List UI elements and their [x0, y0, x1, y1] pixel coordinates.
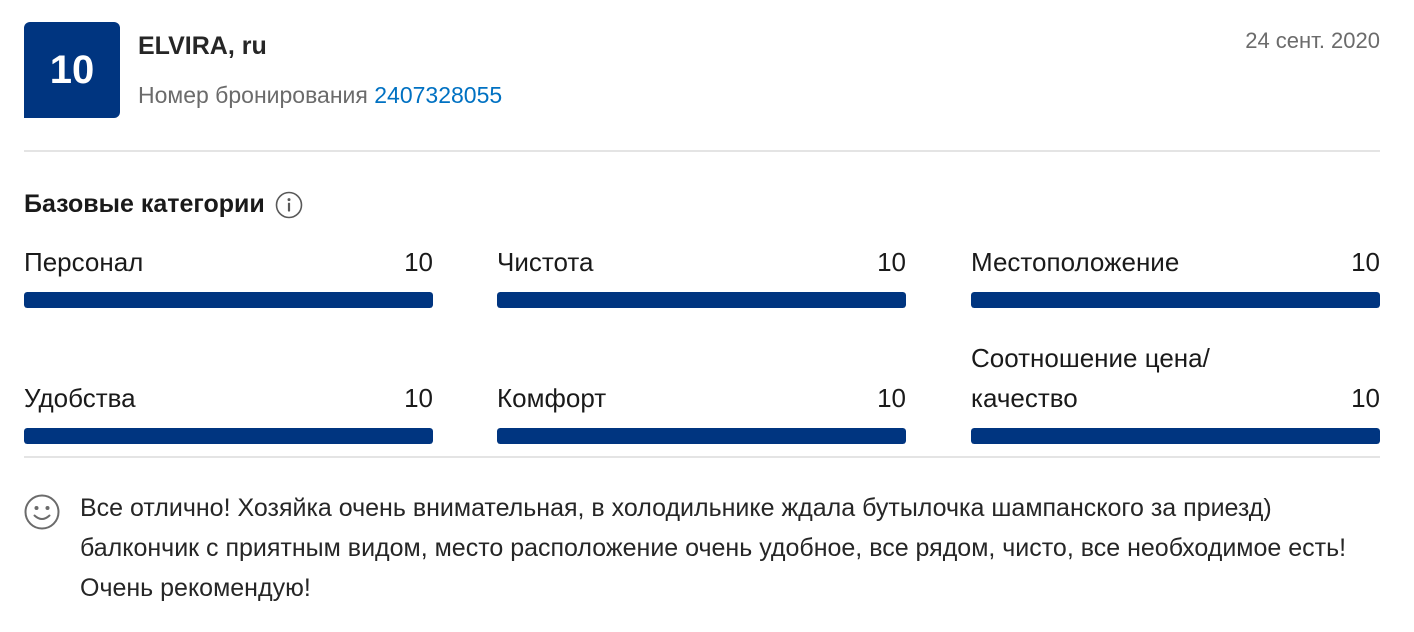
category-bar: [24, 428, 433, 444]
divider: [24, 150, 1380, 152]
category-bar-fill: [497, 292, 906, 308]
divider: [24, 456, 1380, 458]
category-score: 10: [877, 383, 906, 413]
category-bar: [24, 292, 433, 308]
category-bar: [497, 292, 906, 308]
category-staff: Персонал 10: [24, 242, 433, 308]
category-score: 10: [877, 247, 906, 277]
category-bar: [497, 428, 906, 444]
reviewer-name: ELVIRA, ru: [138, 32, 267, 60]
comment-text: Все отлично! Хозяйка очень внимательная,…: [80, 494, 1347, 602]
category-score: 10: [1351, 247, 1380, 277]
category-bar-fill: [497, 428, 906, 444]
category-bar-fill: [24, 428, 433, 444]
category-score: 10: [404, 383, 433, 413]
category-label: Удобства: [24, 383, 136, 413]
booking-line: Номер бронирования 2407328055: [138, 82, 502, 109]
category-label: Соотношение цена/ качество: [971, 343, 1210, 413]
category-cleanliness: Чистота 10: [497, 242, 906, 308]
category-label: Комфорт: [497, 383, 607, 413]
category-label: Чистота: [497, 247, 594, 277]
category-label: Местоположение: [971, 247, 1180, 277]
category-bar-fill: [971, 292, 1380, 308]
category-bar: [971, 428, 1380, 444]
category-comfort: Комфорт 10: [497, 378, 906, 444]
category-bar: [971, 292, 1380, 308]
review-date: 24 сент. 2020: [1245, 28, 1380, 53]
category-bar-fill: [24, 292, 433, 308]
category-location: Местоположение 10: [971, 242, 1380, 308]
category-value-for-money: Соотношение цена/ качество 10: [971, 338, 1380, 444]
category-label: Персонал: [24, 247, 144, 277]
score-badge: 10: [24, 22, 120, 118]
category-facilities: Удобства 10: [24, 378, 433, 444]
category-score: 10: [404, 247, 433, 277]
booking-label: Номер бронирования: [138, 82, 368, 108]
booking-number-link[interactable]: 2407328055: [374, 82, 502, 108]
review-comment: Все отлично! Хозяйка очень внимательная,…: [24, 488, 1380, 608]
category-score: 10: [1351, 383, 1380, 413]
categories-heading-text: Базовые категории: [24, 190, 265, 218]
smile-icon: [24, 494, 60, 530]
category-bar-fill: [971, 428, 1380, 444]
info-icon[interactable]: [275, 191, 303, 219]
categories-heading: Базовые категории: [24, 190, 303, 219]
